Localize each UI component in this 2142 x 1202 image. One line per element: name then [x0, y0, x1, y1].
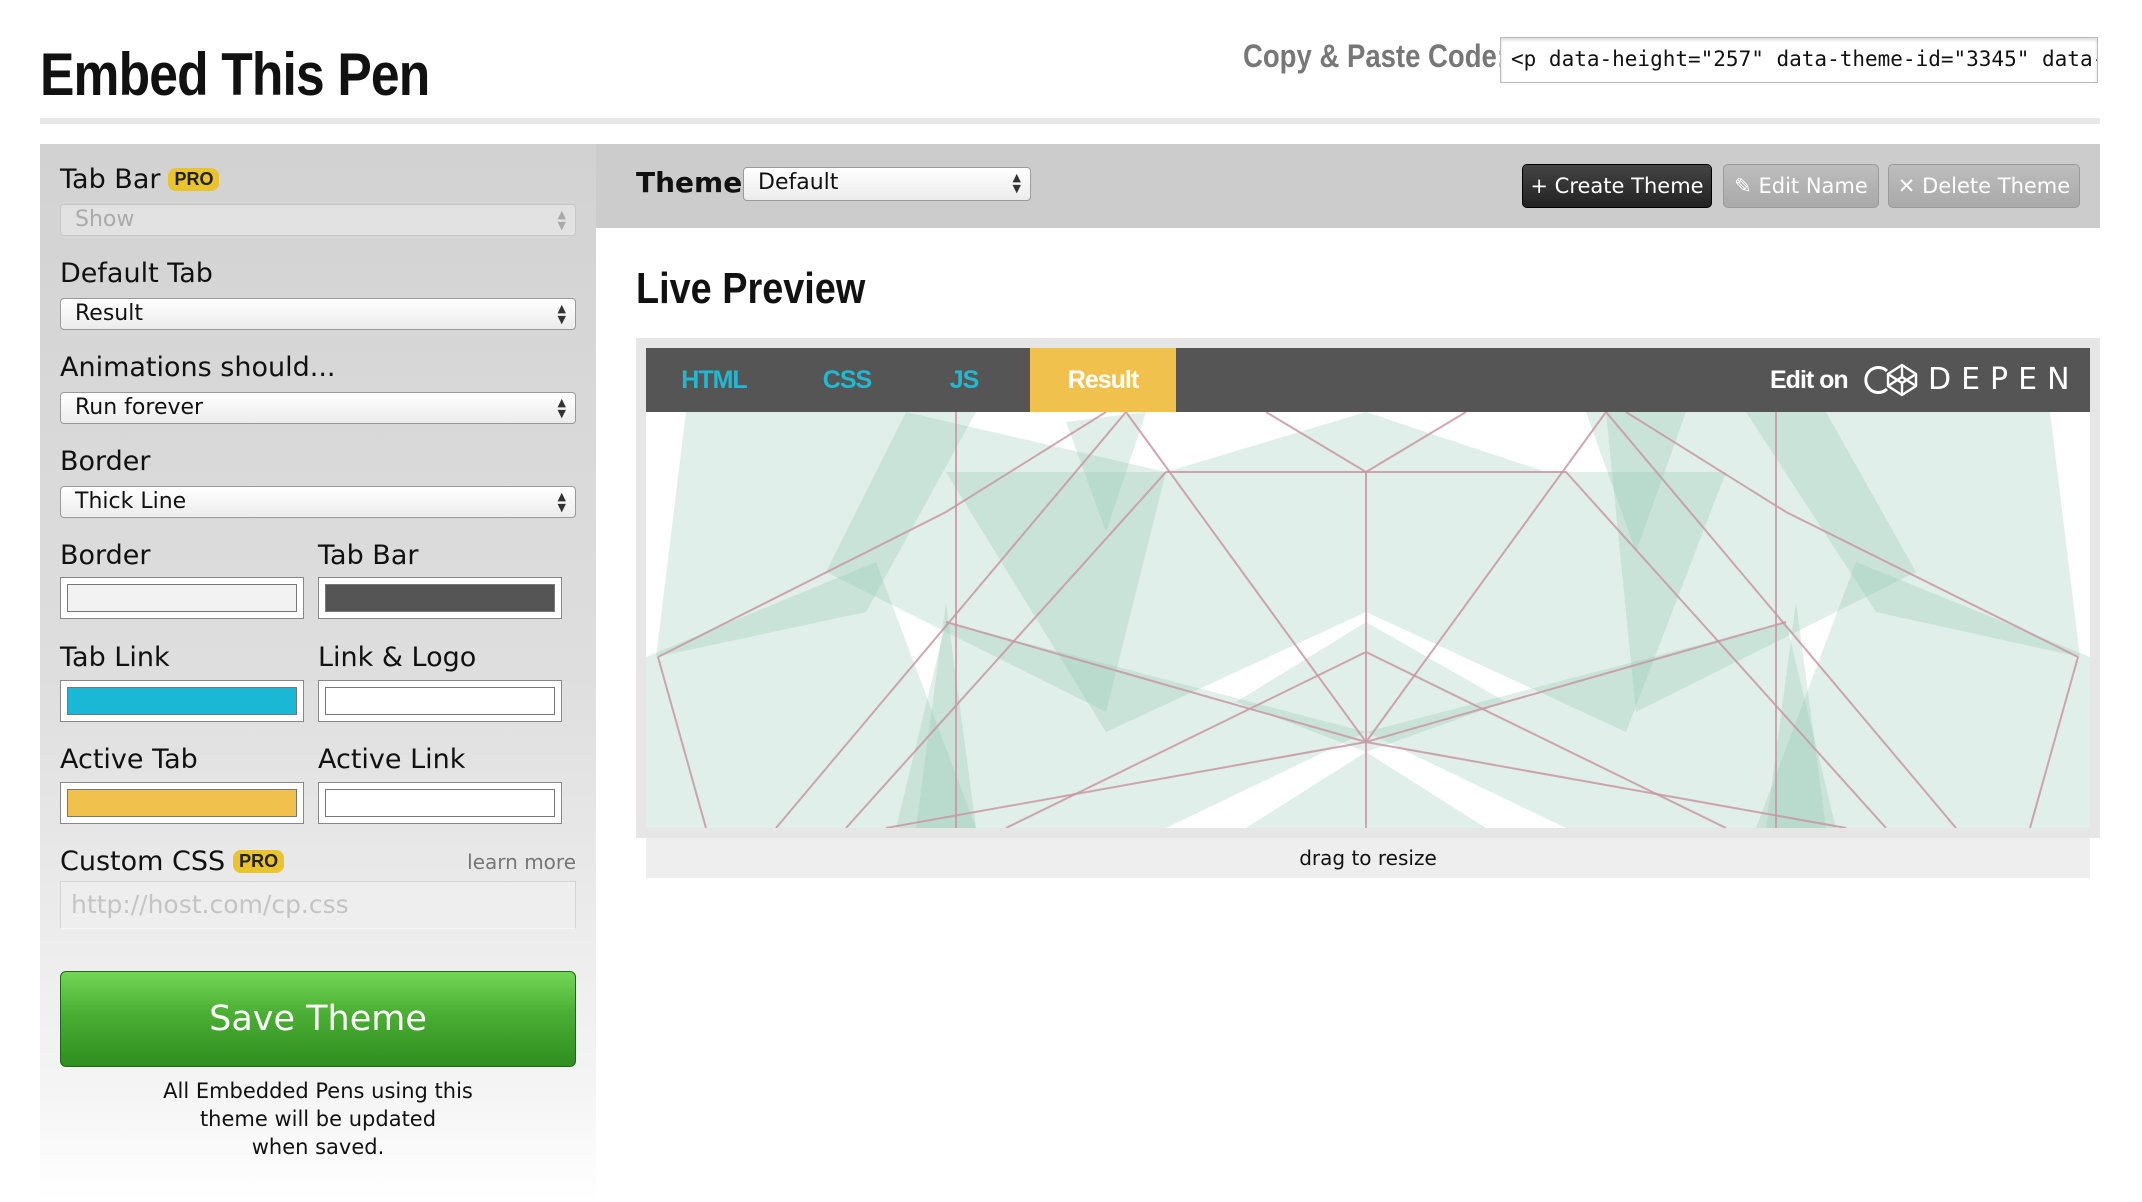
tab-link-color-label: Tab Link: [60, 642, 170, 673]
border-style-label: Border: [60, 446, 151, 477]
live-preview-title: Live Preview: [636, 264, 866, 313]
tab-html[interactable]: HTML: [646, 348, 782, 412]
theme-toolbar: Theme: Default ▲ ▼ + Create Theme ✎ Edit …: [596, 144, 2100, 228]
create-theme-button[interactable]: + Create Theme: [1522, 164, 1712, 208]
default-tab-select[interactable]: Result ▲ ▼: [60, 298, 576, 330]
theme-select[interactable]: Default ▲ ▼: [743, 167, 1031, 201]
color-fill: [325, 584, 555, 612]
header-divider: [40, 118, 2100, 124]
page-title: Embed This Pen: [40, 41, 430, 108]
tab-bar-color-picker[interactable]: [318, 577, 562, 619]
result-preview: [646, 412, 2090, 828]
active-link-color-picker[interactable]: [318, 782, 562, 824]
save-theme-button[interactable]: Save Theme: [60, 971, 576, 1067]
select-arrows-icon: ▲ ▼: [557, 490, 566, 514]
border-style-select[interactable]: Thick Line ▲ ▼: [60, 486, 576, 518]
tab-link-color-picker[interactable]: [60, 680, 304, 722]
learn-more-link[interactable]: learn more: [467, 850, 576, 874]
tab-bar-select: Show ▲ ▼: [60, 204, 576, 236]
default-tab-label: Default Tab: [60, 258, 213, 289]
copy-paste-label: Copy & Paste Code:: [1243, 38, 1507, 74]
codepen-logo-text[interactable]: DEPEN: [1928, 348, 2080, 412]
save-note: All Embedded Pens using this theme will …: [163, 1079, 473, 1159]
custom-css-url-input[interactable]: http://host.com/cp.css: [60, 881, 576, 929]
embed-code-field[interactable]: <p data-height="257" data-theme-id="3345…: [1500, 37, 2098, 83]
color-fill: [67, 789, 297, 817]
active-link-color-label: Active Link: [318, 744, 466, 775]
color-fill: [67, 687, 297, 715]
select-arrows-icon: ▲ ▼: [557, 208, 566, 232]
link-logo-color-picker[interactable]: [318, 680, 562, 722]
polygon-artwork: [646, 412, 2090, 828]
delete-theme-button[interactable]: ✕ Delete Theme: [1888, 164, 2080, 208]
active-tab-color-label: Active Tab: [60, 744, 198, 775]
animations-select[interactable]: Run forever ▲ ▼: [60, 392, 576, 424]
theme-settings-sidebar: Tab Bar PRO Show ▲ ▼ Default Tab Result ▲ ▼…: [40, 144, 596, 1202]
embed-tab-bar: HTML CSS JS Result Edit on DEPEN: [646, 348, 2090, 424]
select-arrows-icon: ▲ ▼: [557, 396, 566, 420]
color-fill: [325, 687, 555, 715]
tab-css[interactable]: CSS: [782, 348, 912, 412]
link-logo-color-label: Link & Logo: [318, 642, 477, 673]
color-fill: [325, 789, 555, 817]
tab-bar-color-label: Tab Bar: [318, 540, 419, 571]
pro-badge: PRO: [233, 850, 285, 873]
edit-name-button[interactable]: ✎ Edit Name: [1723, 164, 1879, 208]
pro-badge: PRO: [168, 168, 220, 191]
border-color-label: Border: [60, 540, 151, 571]
animations-label: Animations should...: [60, 352, 336, 383]
tab-result[interactable]: Result: [1030, 348, 1176, 424]
codepen-cube-icon: [1886, 363, 1918, 397]
active-tab-color-picker[interactable]: [60, 782, 304, 824]
tab-js[interactable]: JS: [912, 348, 1016, 412]
border-color-picker[interactable]: [60, 577, 304, 619]
custom-css-label: Custom CSS PRO: [60, 846, 285, 877]
select-arrows-icon: ▲ ▼: [1012, 171, 1021, 195]
edit-on-label[interactable]: Edit on: [1770, 348, 1849, 412]
theme-label: Theme:: [636, 166, 754, 199]
color-fill: [67, 584, 297, 612]
drag-to-resize-handle[interactable]: drag to resize: [646, 838, 2090, 878]
tab-bar-label: Tab Bar PRO: [60, 164, 220, 195]
select-arrows-icon: ▲ ▼: [557, 302, 566, 326]
